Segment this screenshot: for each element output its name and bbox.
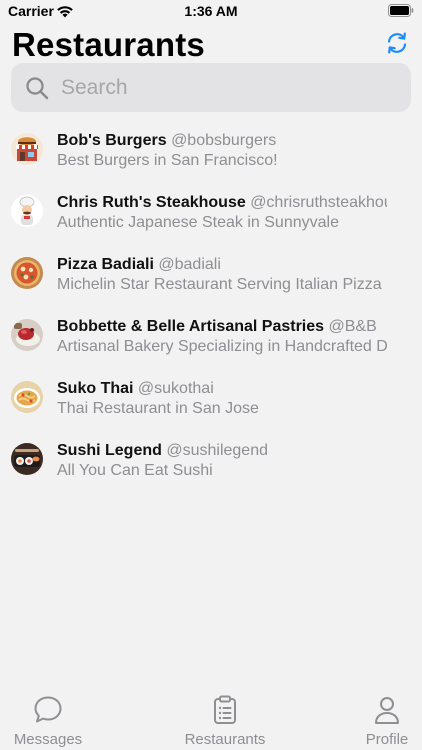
- avatar: [11, 133, 43, 165]
- restaurant-description: Best Burgers in San Francisco!: [57, 152, 278, 169]
- status-bar: Carrier 1:36 AM: [0, 0, 422, 24]
- restaurant-description: Michelin Star Restaurant Serving Italian…: [57, 276, 382, 293]
- burger-shop-icon: [11, 133, 43, 165]
- restaurant-handle: @B&B: [328, 318, 377, 335]
- person-icon: [375, 697, 399, 724]
- restaurant-name: Bob's Burgers: [57, 132, 167, 149]
- restaurant-handle: @badiali: [158, 256, 221, 273]
- list-item-bobs-burgers[interactable]: Bob's Burgers @bobsburgers Best Burgers …: [0, 119, 422, 181]
- restaurant-description: Artisanal Bakery Specializing in Handcra…: [57, 338, 387, 355]
- restaurant-handle: @sukothai: [137, 380, 214, 397]
- avatar: [11, 443, 43, 475]
- search-input[interactable]: [61, 71, 401, 105]
- restaurant-handle: @sushilegend: [166, 442, 268, 459]
- chat-bubble-icon: [34, 696, 62, 723]
- restaurant-name: Pizza Badiali: [57, 256, 154, 273]
- restaurant-handle: @chrisruthsteakhouse: [250, 194, 387, 211]
- tab-profile[interactable]: Profile: [357, 694, 417, 748]
- restaurant-description: Thai Restaurant in San Jose: [57, 400, 259, 417]
- restaurant-name: Chris Ruth's Steakhouse: [57, 194, 246, 211]
- tab-messages[interactable]: Messages: [10, 694, 86, 748]
- pastry-icon: [11, 319, 43, 351]
- list-item-sushi-legend[interactable]: Sushi Legend @sushilegend All You Can Ea…: [0, 429, 422, 491]
- tab-label: Restaurants: [184, 731, 266, 748]
- avatar: [11, 257, 43, 289]
- tab-label: Profile: [365, 731, 409, 748]
- tab-restaurants[interactable]: Restaurants: [173, 694, 277, 748]
- noodles-icon: [11, 381, 43, 413]
- refresh-icon[interactable]: [384, 30, 410, 56]
- chef-icon: [11, 195, 43, 227]
- search-bar[interactable]: [11, 63, 411, 112]
- tab-bar: Messages Restaurants Profile: [0, 682, 422, 750]
- restaurant-name: Bobbette & Belle Artisanal Pastries: [57, 318, 325, 335]
- avatar: [11, 319, 43, 351]
- list-item-chris-ruths[interactable]: Chris Ruth's Steakhouse @chrisruthsteakh…: [0, 181, 422, 243]
- list-item-pizza-badiali[interactable]: Pizza Badiali @badiali Michelin Star Res…: [0, 243, 422, 305]
- clipboard-list-icon: [214, 695, 236, 724]
- avatar: [11, 195, 43, 227]
- pizza-icon: [11, 257, 43, 289]
- restaurant-name: Suko Thai: [57, 380, 134, 397]
- page-title: Restaurants: [12, 26, 205, 63]
- restaurant-description: All You Can Eat Sushi: [57, 462, 213, 479]
- list-item-bobbette-belle[interactable]: Bobbette & Belle Artisanal Pastries @B&B…: [0, 305, 422, 367]
- battery-icon: [388, 4, 414, 17]
- restaurant-handle: @bobsburgers: [171, 132, 277, 149]
- restaurants-screen: Carrier 1:36 AM Restaurants Search Bob's…: [0, 0, 422, 750]
- sushi-icon: [11, 443, 43, 475]
- tab-label: Messages: [13, 731, 83, 748]
- list-item-suko-thai[interactable]: Suko Thai @sukothai Thai Restaurant in S…: [0, 367, 422, 429]
- search-icon: [26, 77, 49, 100]
- clock: 1:36 AM: [184, 3, 238, 19]
- restaurant-list: Bob's Burgers @bobsburgers Best Burgers …: [0, 119, 422, 491]
- restaurant-name: Sushi Legend: [57, 442, 162, 459]
- avatar: [11, 381, 43, 413]
- restaurant-description: Authentic Japanese Steak in Sunnyvale: [57, 214, 339, 231]
